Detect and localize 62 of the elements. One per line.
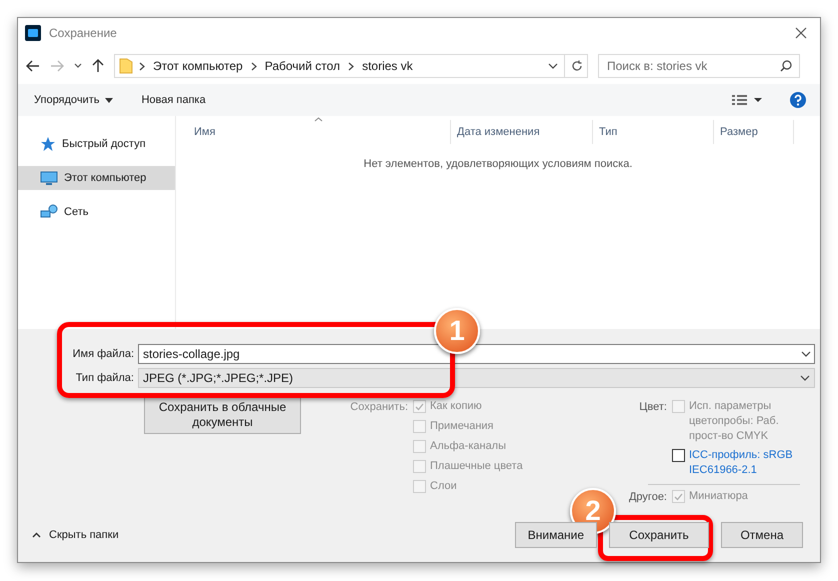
color-options-label: Цвет: — [638, 400, 668, 415]
option-label: Примечания — [430, 419, 494, 434]
option-label: Слои — [430, 479, 457, 494]
chevron-icon — [250, 62, 257, 70]
dialog-button[interactable]: Сохранить — [609, 522, 709, 548]
help-icon[interactable] — [790, 92, 806, 108]
address-bar[interactable]: Этот компьютер Рабочий стол stories vk — [114, 54, 588, 78]
checkmark-icon — [674, 492, 683, 500]
dialog-button[interactable]: Отмена — [721, 522, 803, 548]
file-name-field[interactable]: stories-collage.jpg — [138, 344, 815, 364]
file-type-select[interactable]: JPEG (*.JPG;*.JPEG;*.JPE) — [138, 368, 815, 388]
breadcrumb-item[interactable]: Рабочий стол — [264, 57, 340, 75]
checkbox[interactable] — [672, 449, 685, 462]
dropdown-caret-icon — [105, 98, 114, 102]
refresh-icon[interactable] — [571, 60, 583, 72]
sort-caret-icon — [314, 117, 323, 122]
view-options-icon[interactable] — [732, 94, 762, 106]
app-icon — [25, 25, 41, 41]
save-options-label: Сохранить: — [349, 400, 409, 415]
breadcrumb-item[interactable]: Этот компьютер — [153, 57, 243, 75]
search-icon — [780, 60, 792, 72]
column-header[interactable]: Размер — [714, 120, 794, 144]
other-options-label: Другое: — [628, 490, 668, 505]
search-input[interactable]: Поиск в: stories vk — [598, 54, 800, 78]
close-icon[interactable] — [795, 27, 807, 39]
back-arrow-icon[interactable] — [26, 60, 40, 72]
file-type-label: Тип файла: — [74, 370, 135, 386]
dropdown-caret-icon[interactable] — [800, 375, 810, 381]
hide-folders-button[interactable]: Скрыть папки — [32, 526, 119, 544]
option-label: Плашечные цвета — [430, 459, 523, 474]
collapse-caret-icon — [32, 532, 41, 538]
folder-icon — [119, 58, 133, 74]
star-icon — [40, 136, 56, 152]
up-arrow-icon[interactable] — [92, 59, 104, 73]
cloud-save-button[interactable]: Сохранить в облачные документы — [144, 396, 301, 434]
option-label: Миниатюра — [689, 489, 748, 504]
option-label: ICC-профиль: sRGB IEC61966-2.1 — [689, 448, 794, 478]
option-label: Альфа-каналы — [430, 439, 506, 454]
network-icon — [40, 204, 58, 220]
option-label: Как копию — [430, 399, 482, 414]
hide-folders-label: Скрыть папки — [49, 528, 119, 543]
column-header[interactable]: Тип — [593, 120, 714, 144]
dropdown-caret-icon[interactable] — [74, 63, 82, 69]
chevron-icon — [139, 62, 145, 70]
option-label: Исп. параметры цветопробы: Раб. прост-во CMYK — [689, 399, 780, 444]
dropdown-caret-icon[interactable] — [801, 351, 811, 357]
empty-message: Нет элементов, удовлетворяющих условиям поиска. — [364, 157, 632, 172]
window-title: Сохранение — [49, 25, 117, 42]
dialog-button[interactable]: Внимание — [514, 522, 597, 548]
column-header[interactable]: Дата изменения — [451, 120, 593, 144]
toolbar-button[interactable]: Упорядочить — [34, 92, 114, 108]
breadcrumb-item[interactable]: stories vk — [362, 57, 413, 75]
dropdown-caret-icon[interactable] — [548, 63, 558, 69]
toolbar-button[interactable]: Новая папка — [141, 92, 206, 108]
monitor-icon — [40, 170, 58, 186]
sidebar-item[interactable]: Быстрый доступ — [18, 132, 175, 156]
column-header[interactable]: Имя — [178, 120, 451, 144]
checkmark-icon — [415, 402, 424, 410]
sidebar-item[interactable]: Этот компьютер — [18, 166, 175, 190]
file-name-label: Имя файла: — [72, 346, 135, 362]
sidebar-item[interactable]: Сеть — [18, 200, 175, 224]
chevron-icon — [348, 62, 354, 70]
